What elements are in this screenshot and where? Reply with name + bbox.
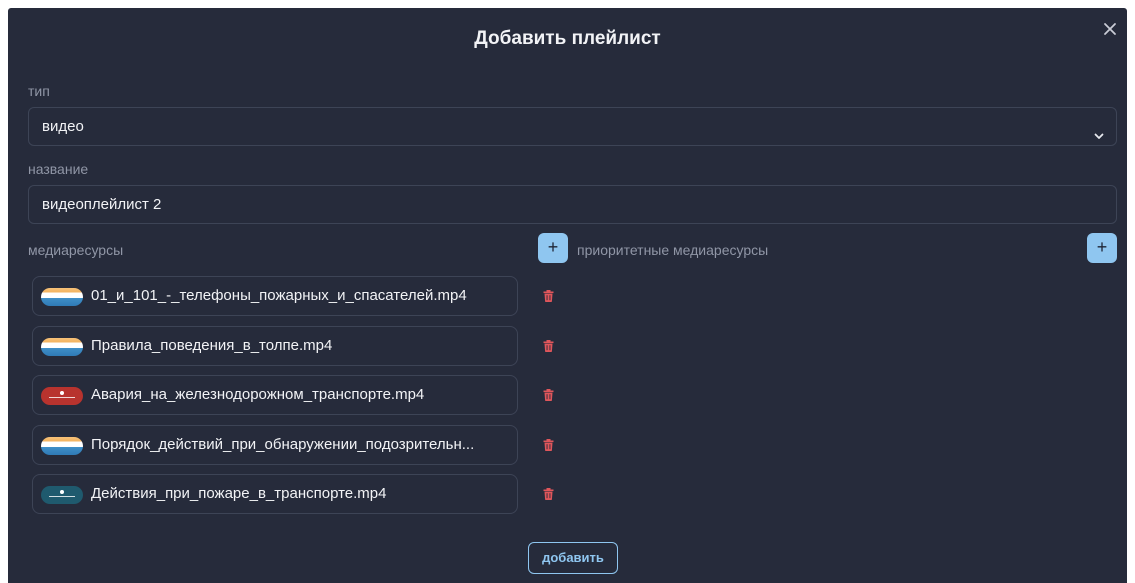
video-thumbnail xyxy=(41,288,83,306)
trash-icon[interactable] xyxy=(543,488,554,500)
media-item: 01_и_101_-_телефоны_пожарных_и_спасателе… xyxy=(32,276,572,316)
media-item-card[interactable]: Порядок_действий_при_обнаружении_подозри… xyxy=(32,424,518,465)
dialog-title: Добавить плейлист xyxy=(474,28,661,49)
priority-media-section-label: приоритетные медиаресурсы xyxy=(577,242,769,258)
thumbnail-line xyxy=(49,397,75,398)
thumbnail-logo xyxy=(60,391,64,395)
trash-icon[interactable] xyxy=(543,438,554,451)
media-item-name: Порядок_действий_при_обнаружении_подозри… xyxy=(91,435,475,453)
media-item-name: Действия_при_пожаре_в_транспорте.mp4 xyxy=(91,485,387,502)
thumbnail-logo xyxy=(60,490,64,494)
chevron-down-icon xyxy=(1092,120,1106,139)
media-item: Авария_на_железнодорожном_транспорте.mp4 xyxy=(32,375,572,415)
media-item-card[interactable]: 01_и_101_-_телефоны_пожарных_и_спасателе… xyxy=(32,276,518,316)
type-select[interactable]: видео xyxy=(28,107,1117,146)
name-label: название xyxy=(28,161,89,177)
trash-icon[interactable] xyxy=(543,389,554,401)
video-thumbnail xyxy=(41,337,83,356)
media-list: 01_и_101_-_телефоны_пожарных_и_спасателе… xyxy=(32,276,572,524)
video-thumbnail xyxy=(41,387,83,405)
name-field[interactable] xyxy=(28,185,1117,224)
media-item-name: Авария_на_железнодорожном_транспорте.mp4 xyxy=(91,386,425,403)
type-select-value: видео xyxy=(42,118,84,135)
video-thumbnail xyxy=(41,486,83,504)
media-item-card[interactable]: Авария_на_железнодорожном_транспорте.mp4 xyxy=(32,375,518,415)
add-priority-media-button[interactable]: + xyxy=(1087,233,1117,263)
video-thumbnail xyxy=(41,436,83,455)
media-item-card[interactable]: Правила_поведения_в_толпе.mp4 xyxy=(32,325,518,366)
name-input[interactable] xyxy=(42,186,1116,223)
trash-icon[interactable] xyxy=(543,290,554,302)
media-item: Действия_при_пожаре_в_транспорте.mp4 xyxy=(32,474,572,514)
media-item: Порядок_действий_при_обнаружении_подозри… xyxy=(32,424,572,465)
trash-icon[interactable] xyxy=(543,339,554,352)
media-item-name: Правила_поведения_в_толпе.mp4 xyxy=(91,336,333,354)
add-playlist-dialog: Добавить плейлист тип видео название мед… xyxy=(8,8,1127,583)
close-icon[interactable] xyxy=(1099,18,1121,40)
type-label: тип xyxy=(28,83,50,99)
media-section-label: медиаресурсы xyxy=(28,242,124,258)
submit-add-button[interactable]: добавить xyxy=(528,542,618,574)
add-media-button[interactable]: + xyxy=(538,233,568,263)
thumbnail-line xyxy=(49,496,75,497)
media-item-name: 01_и_101_-_телефоны_пожарных_и_спасателе… xyxy=(91,287,467,304)
media-item: Правила_поведения_в_толпе.mp4 xyxy=(32,325,572,366)
media-item-card[interactable]: Действия_при_пожаре_в_транспорте.mp4 xyxy=(32,474,518,514)
